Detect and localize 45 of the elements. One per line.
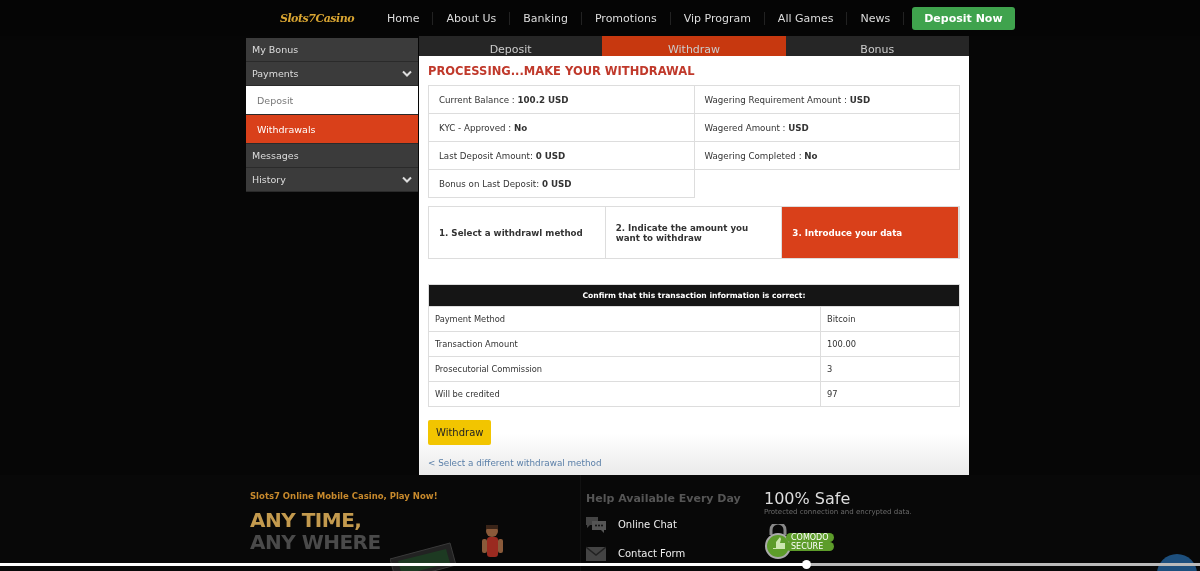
promo-text: Slots7 Online Mobile Casino, Play Now! <box>250 491 439 501</box>
seek-handle[interactable] <box>802 560 812 569</box>
table-cell-text: Bitcoin <box>826 313 857 326</box>
info-text: Current Balance : 100.2 USD <box>439 94 569 105</box>
info-text: KYC - Approved : No <box>439 122 528 133</box>
info-text: Wagering Completed : No <box>704 150 818 161</box>
withdraw-button[interactable]: Withdraw <box>428 420 492 445</box>
back-link[interactable]: < Select a different withdrawal method <box>428 458 602 468</box>
nav-link[interactable]: About Us <box>433 11 511 25</box>
nav-link[interactable]: All Games <box>764 11 848 25</box>
help-link[interactable]: Contact Form <box>618 547 686 559</box>
logo[interactable]: Slots7Casino <box>280 11 354 25</box>
headline: ANY TIME, <box>250 509 363 531</box>
table-cell-text: 97 <box>826 388 839 401</box>
table-cell: Transaction Amount <box>429 332 821 356</box>
sidebar-subitem[interactable]: Withdrawals <box>246 115 418 144</box>
nav-link[interactable]: News <box>847 11 905 25</box>
safe-title: 100% Safe <box>764 489 852 508</box>
chevron-down-icon <box>402 70 412 77</box>
badge-label: SECURE <box>786 542 834 551</box>
chat-icon <box>586 515 606 533</box>
mail-icon <box>586 545 606 561</box>
sidebar-subitem[interactable]: Deposit <box>246 86 418 115</box>
tab[interactable]: Deposit <box>419 36 603 56</box>
tab[interactable]: Bonus <box>785 36 969 56</box>
table-cell: Payment Method <box>429 307 821 331</box>
headline: ANY WHERE <box>250 531 382 553</box>
nav-link[interactable]: Banking <box>510 11 582 25</box>
info-text: Wagered Amount : USD <box>704 122 809 133</box>
help-title: Help Available Every Day <box>586 492 742 505</box>
nav-link[interactable]: Promotions <box>581 11 671 25</box>
table-cell: Will be credited <box>429 382 821 406</box>
lock-icon <box>764 524 792 560</box>
table-cell: Prosecutorial Commission <box>429 357 821 381</box>
info-text: Bonus on Last Deposit: 0 USD <box>439 178 572 189</box>
section-title: PROCESSING...MAKE YOUR WITHDRAWAL <box>428 64 696 78</box>
info-text: Wagering Requirement Amount : USD <box>704 94 871 105</box>
badge-label: COMODO <box>786 533 834 542</box>
help-link[interactable]: Online Chat <box>618 518 677 530</box>
nav-link[interactable]: Home <box>374 11 434 25</box>
table-cell-text: 100.00 <box>826 338 858 351</box>
nav-link[interactable]: Vip Program <box>670 11 765 25</box>
info-text: Last Deposit Amount: 0 USD <box>439 150 566 161</box>
chevron-down-icon <box>402 176 412 183</box>
table-cell-text: 3 <box>826 363 834 376</box>
